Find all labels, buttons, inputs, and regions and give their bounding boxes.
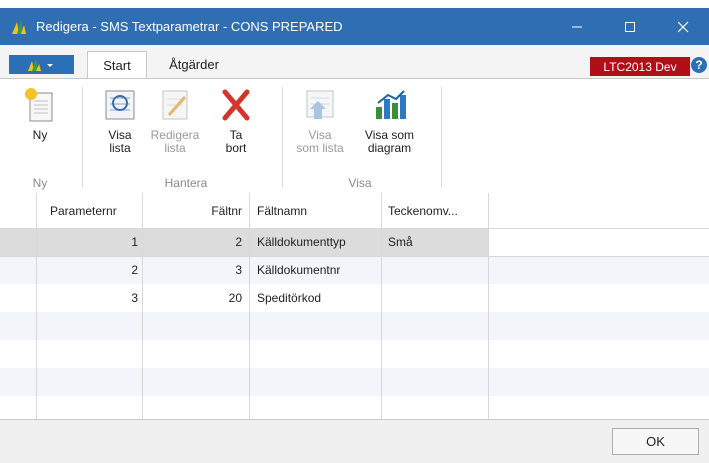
table-row[interactable]: 1 2 Källdokumenttyp Små — [0, 228, 488, 256]
top-strip — [0, 0, 709, 8]
table-row[interactable]: 2 3 Källdokumentnr — [0, 256, 488, 284]
group-label-ny: Ny — [32, 176, 48, 190]
ribbon-separator — [82, 87, 83, 187]
tab-start[interactable]: Start — [87, 51, 147, 79]
minimize-icon — [572, 26, 582, 27]
ribbon: Ny Visa lista Redigera lista Ta bort Vis… — [0, 78, 709, 194]
ribbon-separator — [282, 87, 283, 187]
group-label-hantera: Hantera — [164, 176, 208, 190]
show-as-list-label-2: som lista — [296, 141, 344, 155]
edit-list-button[interactable]: Redigera lista — [145, 85, 205, 155]
column-header-faltnamn[interactable]: Fältnamn — [257, 193, 381, 228]
grid-line — [0, 256, 709, 257]
data-grid: Parameternr Fältnr Fältnamn Teckenomv...… — [0, 193, 709, 419]
cell-parameternr: 2 — [131, 263, 138, 277]
view-list-label-2: lista — [109, 141, 131, 155]
delete-button[interactable]: Ta bort — [212, 85, 260, 155]
delete-label-2: bort — [225, 141, 247, 155]
new-button-label: Ny — [32, 128, 48, 142]
cell-faltnr: 2 — [235, 235, 242, 249]
edit-list-label-2: lista — [164, 141, 186, 155]
cell-faltnr: 20 — [228, 291, 242, 305]
grid-row-band — [0, 368, 709, 396]
view-list-button[interactable]: Visa lista — [96, 85, 144, 155]
group-label-visa: Visa — [348, 176, 372, 190]
app-logo-icon — [27, 58, 53, 71]
show-as-chart-button[interactable]: Visa som diagram — [352, 85, 427, 155]
edit-list-icon — [162, 90, 188, 120]
cell-faltnamn: Källdokumentnr — [257, 263, 341, 277]
grid-line — [36, 193, 37, 419]
view-list-icon — [105, 90, 135, 120]
cell-teckenomv — [388, 284, 484, 312]
table-row[interactable]: 3 20 Speditörkod — [0, 284, 488, 312]
ok-button[interactable]: OK — [612, 428, 699, 455]
column-header-parameternr[interactable]: Parameternr — [50, 193, 138, 228]
ribbon-tab-row: Start Åtgärder LTC2013 Dev ? — [0, 45, 709, 79]
grid-line — [249, 193, 250, 419]
cell-teckenomv: Små — [388, 235, 413, 249]
minimize-button[interactable] — [554, 8, 600, 45]
show-as-chart-label-2: diagram — [367, 141, 412, 155]
ribbon-separator — [441, 87, 442, 187]
app-menu-button[interactable] — [9, 55, 74, 74]
grid-line — [0, 228, 709, 229]
dialog-footer: OK — [0, 419, 709, 463]
title-bar[interactable]: Redigera - SMS Textparametrar - CONS PRE… — [0, 8, 709, 45]
show-as-list-button[interactable]: Visa som lista — [290, 85, 350, 155]
edit-window: Redigera - SMS Textparametrar - CONS PRE… — [0, 0, 709, 463]
cell-parameternr: 1 — [131, 235, 138, 249]
cell-faltnamn: Källdokumenttyp — [257, 235, 346, 249]
cell-faltnamn: Speditörkod — [257, 291, 322, 305]
tab-atgarder[interactable]: Åtgärder — [160, 51, 228, 78]
new-button[interactable]: Ny — [16, 85, 64, 142]
grid-row-band — [0, 312, 709, 340]
app-logo-icon — [12, 19, 26, 34]
new-document-icon — [25, 88, 53, 122]
maximize-button[interactable] — [607, 8, 653, 45]
delete-icon — [222, 89, 250, 121]
column-header-faltnr[interactable]: Fältnr — [142, 193, 246, 228]
cell-teckenomv — [388, 256, 484, 284]
cell-parameternr: 3 — [131, 291, 138, 305]
environment-badge: LTC2013 Dev — [590, 57, 690, 76]
help-icon[interactable]: ? — [691, 57, 707, 73]
maximize-icon — [625, 21, 635, 32]
close-button[interactable] — [660, 8, 706, 45]
window-title: Redigera - SMS Textparametrar - CONS PRE… — [36, 19, 343, 34]
cell-faltnr: 3 — [235, 263, 242, 277]
column-header-teckenomv[interactable]: Teckenomv... — [388, 193, 484, 228]
show-as-chart-icon — [375, 90, 406, 119]
show-as-list-icon — [306, 90, 334, 119]
close-icon — [677, 21, 689, 32]
grid-line — [142, 193, 143, 419]
grid-line — [381, 193, 382, 419]
grid-line — [488, 193, 489, 419]
